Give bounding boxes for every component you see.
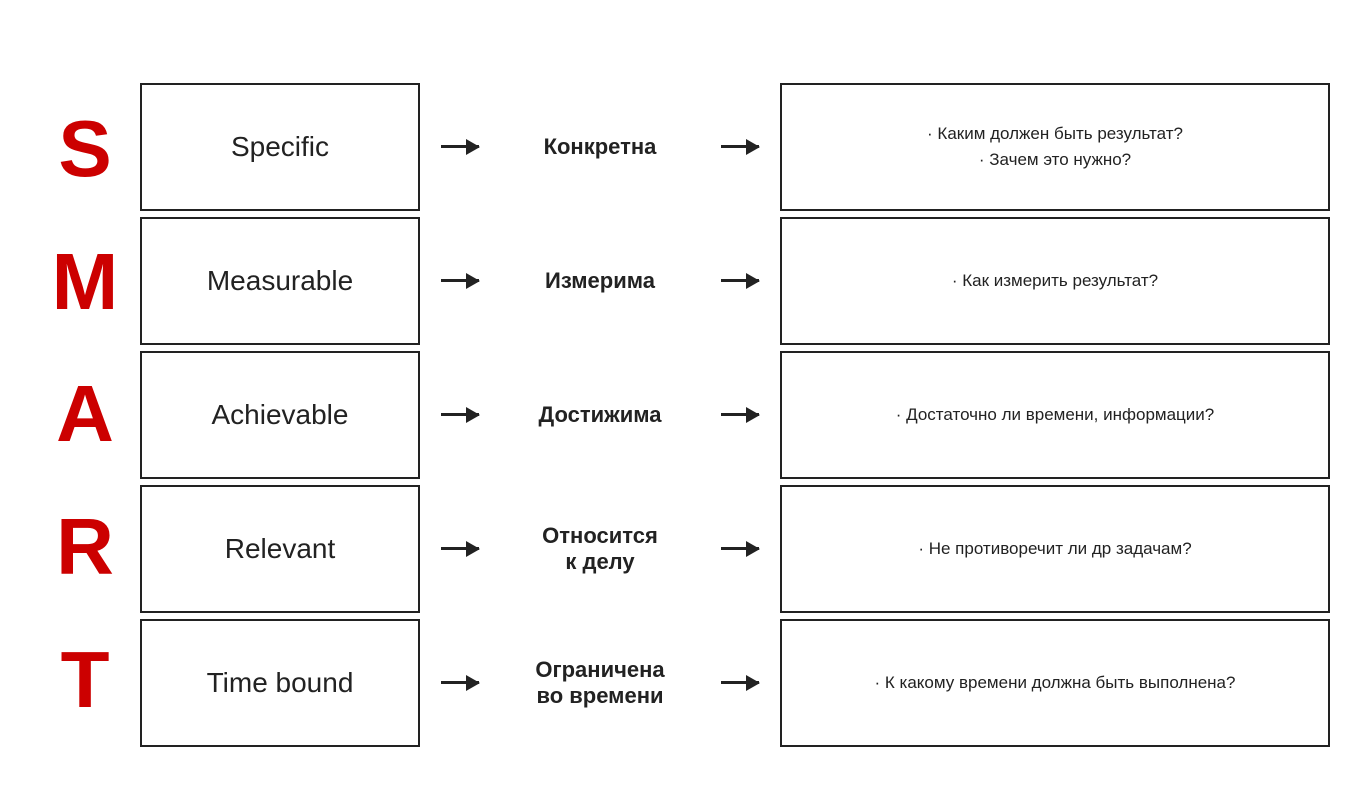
arrow-line-1-0	[441, 145, 479, 148]
arrow-column-2	[700, 83, 780, 747]
arrow-2-2	[721, 351, 759, 479]
arrow-1-0	[441, 83, 479, 211]
description-column: · Каким должен быть результат? · Зачем э…	[780, 83, 1330, 747]
letters-column: SMART	[30, 83, 140, 747]
english-box-3: Relevant	[140, 485, 420, 613]
arrow-1-1	[441, 217, 479, 345]
smart-letter-m: M	[30, 217, 140, 347]
smart-letter-t: T	[30, 615, 140, 745]
arrow-line-1-4	[441, 681, 479, 684]
russian-cell-0: Конкретна	[500, 83, 700, 211]
english-column: SpecificMeasurableAchievableRelevantTime…	[140, 83, 420, 747]
arrow-line-1-1	[441, 279, 479, 282]
arrow-line-1-2	[441, 413, 479, 416]
desc-box-2: · Достаточно ли времени, информации?	[780, 351, 1330, 479]
russian-cell-1: Измерима	[500, 217, 700, 345]
arrow-line-1-3	[441, 547, 479, 550]
arrow-line-2-4	[721, 681, 759, 684]
english-box-1: Measurable	[140, 217, 420, 345]
arrow-2-3	[721, 485, 759, 613]
arrow-line-2-1	[721, 279, 759, 282]
arrow-2-4	[721, 619, 759, 747]
arrow-line-2-2	[721, 413, 759, 416]
arrow-2-1	[721, 217, 759, 345]
desc-box-4: · К какому времени должна быть выполнена…	[780, 619, 1330, 747]
english-box-4: Time bound	[140, 619, 420, 747]
smart-letter-r: R	[30, 482, 140, 612]
desc-box-1: · Как измерить результат?	[780, 217, 1330, 345]
arrow-1-3	[441, 485, 479, 613]
arrow-2-0	[721, 83, 759, 211]
arrow-line-2-0	[721, 145, 759, 148]
arrow-line-2-3	[721, 547, 759, 550]
russian-cell-3: Относится к делу	[500, 485, 700, 613]
arrow-1-4	[441, 619, 479, 747]
russian-column: КонкретнаИзмеримаДостижимаОтносится к де…	[500, 83, 700, 747]
smart-letter-a: A	[30, 349, 140, 479]
english-box-2: Achievable	[140, 351, 420, 479]
desc-box-3: · Не противоречит ли др задачам?	[780, 485, 1330, 613]
smart-letter-s: S	[30, 84, 140, 214]
desc-box-0: · Каким должен быть результат? · Зачем э…	[780, 83, 1330, 211]
smart-grid: SMART SpecificMeasurableAchievableReleva…	[30, 83, 1330, 747]
russian-cell-4: Ограничена во времени	[500, 619, 700, 747]
arrow-column-1	[420, 83, 500, 747]
arrow-1-2	[441, 351, 479, 479]
english-box-0: Specific	[140, 83, 420, 211]
main-container: SMART SpecificMeasurableAchievableReleva…	[30, 65, 1330, 747]
russian-cell-2: Достижима	[500, 351, 700, 479]
